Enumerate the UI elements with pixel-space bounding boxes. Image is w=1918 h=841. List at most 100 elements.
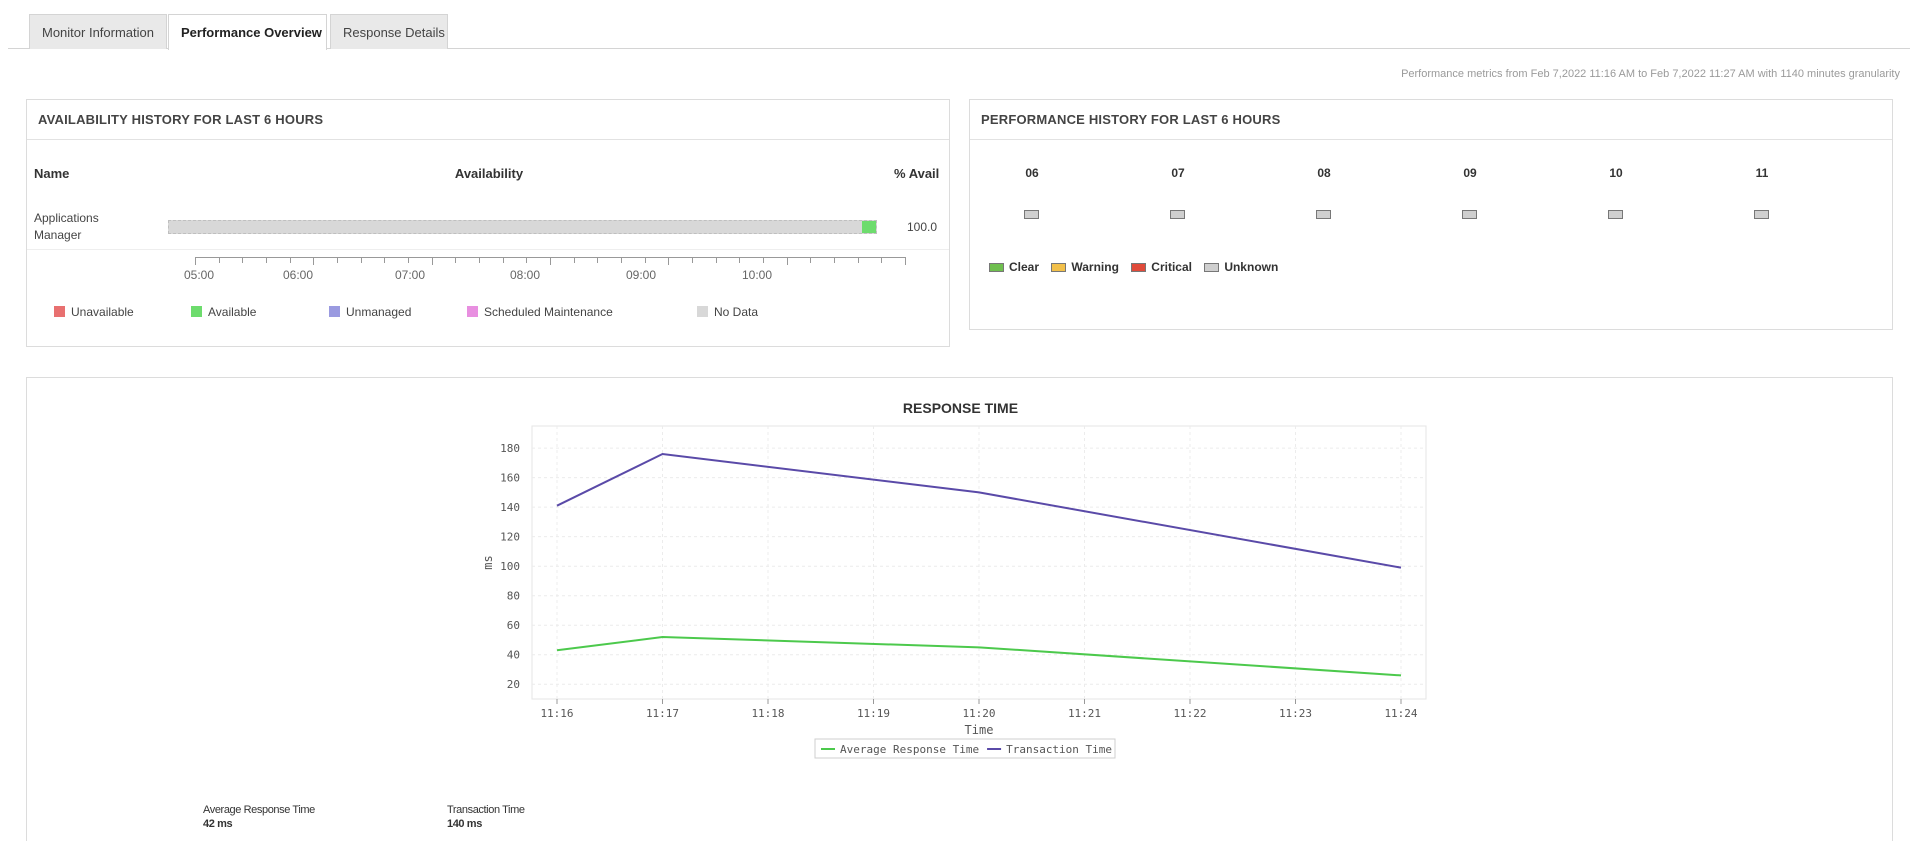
y-tick-label: 60	[507, 619, 520, 632]
tab-monitor-information[interactable]: Monitor Information	[29, 14, 167, 49]
hour-status-indicator[interactable]	[1316, 210, 1331, 219]
warning-swatch	[1051, 263, 1067, 272]
x-tick-label: 11:22	[1173, 707, 1206, 720]
y-tick-label: 40	[507, 649, 520, 662]
time-axis-tick	[337, 257, 338, 263]
legend-scheduled-maintenance: Scheduled Maintenance	[467, 305, 613, 319]
availability-panel-title: AVAILABILITY HISTORY FOR LAST 6 HOURS	[27, 100, 949, 140]
y-tick-label: 140	[500, 501, 520, 514]
legend-label: Average Response Time	[840, 743, 979, 756]
tab-response-details[interactable]: Response Details	[330, 14, 448, 49]
time-axis-tick	[526, 257, 527, 263]
response-time-chart: 20 40 60 80 100 120 140 160 180 11:16 11:17 11:18 11…	[481, 425, 1427, 759]
hour-status-indicator[interactable]	[1024, 210, 1039, 219]
hour-label: 09	[1463, 166, 1477, 180]
time-axis-label: 05:00	[184, 268, 215, 282]
time-axis-tick	[621, 257, 622, 263]
time-axis-tick	[834, 257, 835, 263]
time-axis-tick	[692, 257, 693, 263]
time-axis-tick	[361, 257, 362, 263]
time-axis-tick	[574, 257, 575, 263]
time-axis-label: 10:00	[742, 268, 773, 282]
time-axis-tick	[266, 257, 267, 263]
y-tick-label: 160	[500, 472, 520, 485]
hour-status-indicator[interactable]	[1754, 210, 1769, 219]
y-tick-label: 100	[500, 560, 520, 573]
x-tick-label: 11:20	[962, 707, 995, 720]
page: Monitor Information Performance Overview…	[0, 0, 1918, 841]
x-tick-label: 11:18	[751, 707, 784, 720]
plot-area	[531, 425, 1427, 700]
y-tick-label: 120	[500, 531, 520, 544]
hour-label: 11	[1755, 166, 1769, 180]
time-axis-tick	[881, 257, 882, 263]
no-data-swatch	[697, 306, 708, 317]
unknown-swatch	[1204, 263, 1220, 272]
time-axis-tick	[242, 257, 243, 263]
tab-bar: Monitor Information Performance Overview…	[8, 14, 1910, 50]
time-axis-tick	[597, 257, 598, 263]
time-axis-label: 08:00	[510, 268, 541, 282]
x-tick-label: 11:23	[1279, 707, 1312, 720]
time-axis-tick	[858, 257, 859, 263]
performance-legend: Clear Warning Critical Unknown	[989, 260, 1287, 274]
x-tick-label: 11:19	[857, 707, 890, 720]
clear-swatch	[989, 263, 1004, 272]
legend-warning: Warning	[1051, 260, 1119, 274]
scheduled-maintenance-swatch	[467, 306, 478, 317]
y-tick-label: 180	[500, 442, 520, 455]
hour-label: 08	[1317, 166, 1331, 180]
time-axis-label: 09:00	[626, 268, 657, 282]
hour-status-indicator[interactable]	[1462, 210, 1477, 219]
row-divider	[27, 249, 949, 250]
stat-value: 140 ms	[447, 818, 482, 830]
response-time-panel: RESPONSE TIME 20 40 60 80 100 120 140 160 180 11:…	[26, 377, 1893, 841]
time-axis-tick	[313, 257, 314, 265]
y-tick-label: 80	[507, 590, 520, 603]
legend-unavailable: Unavailable	[54, 305, 134, 319]
x-tick-label: 11:16	[540, 707, 573, 720]
hour-label: 10	[1609, 166, 1623, 180]
availability-bar[interactable]	[168, 220, 877, 234]
legend-label: Transaction Time	[1006, 743, 1112, 756]
time-axis-tick	[195, 257, 196, 265]
y-tick-label: 20	[507, 678, 520, 691]
time-axis-label: 06:00	[283, 268, 314, 282]
time-axis-tick	[432, 257, 433, 265]
time-axis-tick	[787, 257, 788, 265]
time-axis-tick	[550, 257, 551, 265]
hour-label: 06	[1025, 166, 1039, 180]
legend-available: Available	[191, 305, 256, 319]
hour-status-indicator[interactable]	[1608, 210, 1623, 219]
unmanaged-swatch	[329, 306, 340, 317]
x-tick-label: 11:21	[1068, 707, 1101, 720]
tab-performance-overview[interactable]: Performance Overview	[168, 14, 327, 50]
time-axis-tick	[290, 257, 291, 263]
time-axis-tick	[455, 257, 456, 263]
time-axis-tick	[384, 257, 385, 263]
hour-status-indicator[interactable]	[1170, 210, 1185, 219]
time-axis-tick	[668, 257, 669, 265]
critical-swatch	[1131, 263, 1147, 272]
time-axis-tick	[408, 257, 409, 263]
time-axis-label: 07:00	[395, 268, 426, 282]
hour-label: 07	[1171, 166, 1185, 180]
monitor-name[interactable]: Applications Manager	[34, 210, 99, 244]
time-axis-tick	[503, 257, 504, 263]
y-axis-label: ms	[481, 555, 495, 569]
time-axis-tick	[645, 257, 646, 263]
legend-clear: Clear	[989, 260, 1039, 274]
legend-critical: Critical	[1131, 260, 1192, 274]
time-axis-tick	[479, 257, 480, 263]
performance-panel-title: PERFORMANCE HISTORY FOR LAST 6 HOURS	[970, 100, 1892, 140]
legend-unknown: Unknown	[1204, 260, 1278, 274]
stat-transaction-time: Transaction Time 140 ms	[447, 804, 525, 830]
time-axis-tick	[739, 257, 740, 263]
unavailable-swatch	[54, 306, 65, 317]
time-axis-tick	[763, 257, 764, 263]
x-tick-label: 11:17	[646, 707, 679, 720]
legend-unmanaged: Unmanaged	[329, 305, 411, 319]
available-swatch	[191, 306, 202, 317]
time-axis-tick	[219, 257, 220, 263]
performance-history-panel: PERFORMANCE HISTORY FOR LAST 6 HOURS 06 …	[969, 99, 1893, 330]
